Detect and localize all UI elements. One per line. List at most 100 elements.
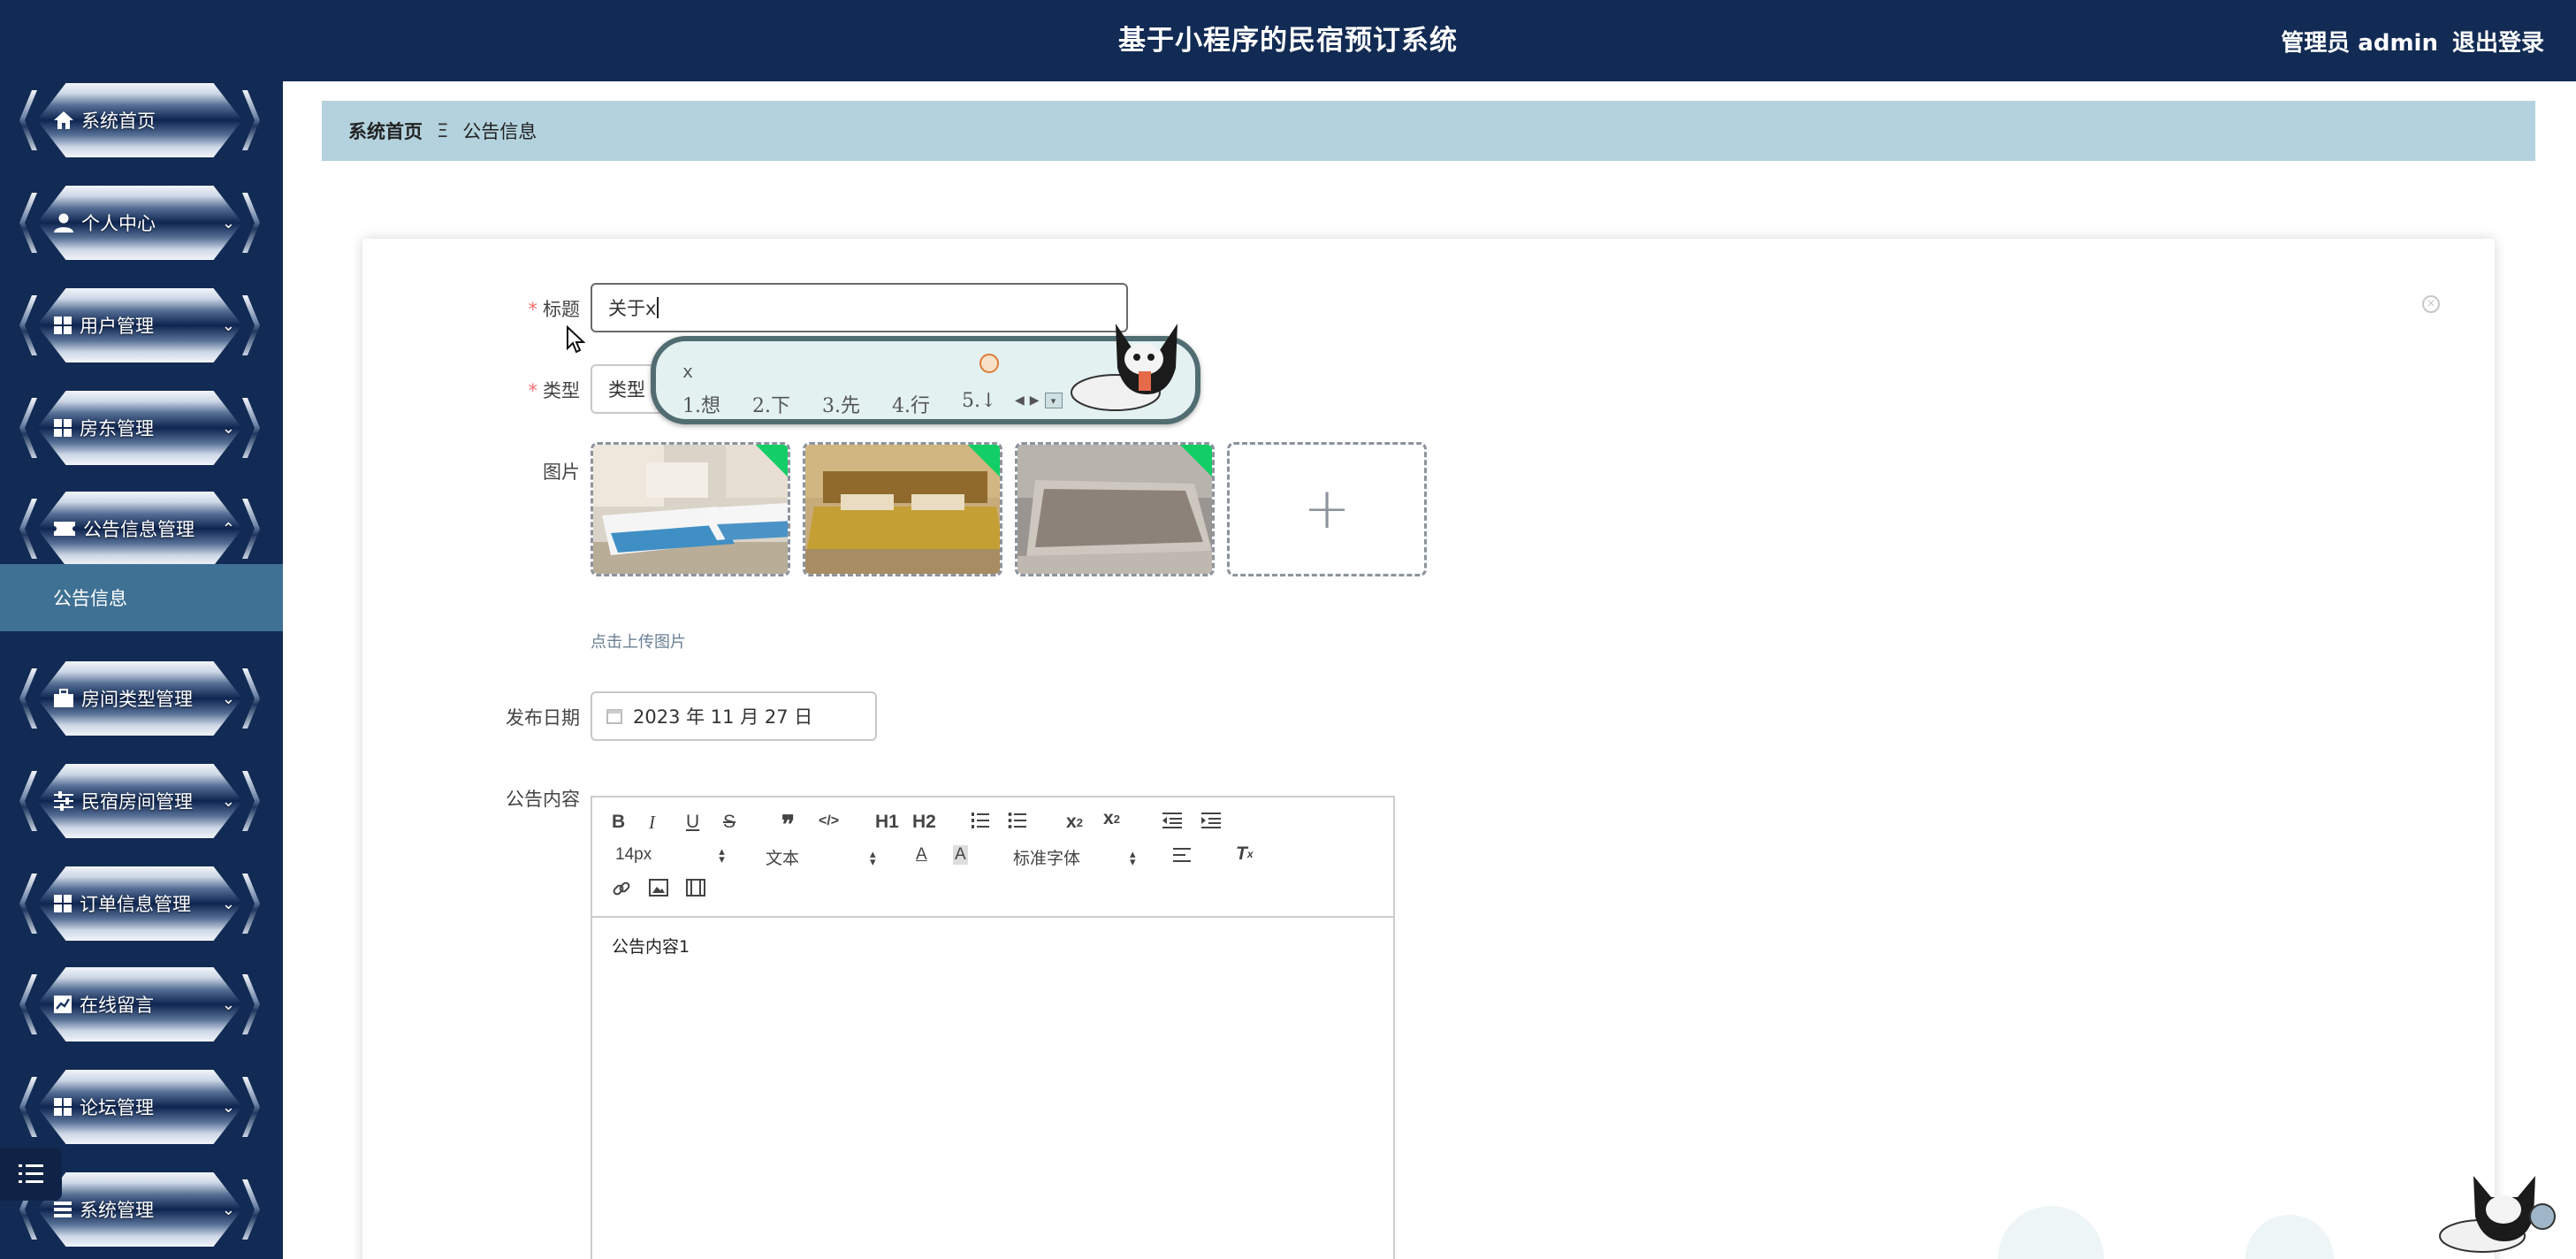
add-image-button[interactable]: + (1227, 442, 1427, 576)
select-arrows-icon: ▴ ▾ (719, 844, 725, 866)
chevron-down-icon: ⌄ (221, 418, 235, 438)
admin-label: 管理员 admin (2281, 29, 2438, 57)
ticket-icon (54, 522, 75, 536)
underline-button[interactable]: U (686, 812, 699, 833)
menu-wing-left (19, 668, 37, 729)
menu-content: 系统管理 ⌄ (53, 1172, 235, 1247)
bold-button[interactable]: B (612, 812, 625, 833)
sidebar-item-label: 系统首页 (81, 111, 156, 132)
outdent-button[interactable] (1162, 812, 1183, 829)
align-button[interactable] (1172, 847, 1192, 863)
quote-button[interactable]: ❞ (781, 810, 795, 839)
link-button[interactable] (612, 879, 631, 898)
sidebar-item-landlords[interactable]: 房东管理 ⌄ (19, 391, 260, 465)
sidebar-item-label: 公告信息管理 (83, 519, 194, 540)
chevron-up-icon: ⌃ (221, 519, 235, 538)
plus-icon: + (1303, 477, 1351, 542)
list-icon (54, 1202, 72, 1217)
image-button[interactable] (649, 879, 668, 897)
sidebar-item-label: 房间类型管理 (81, 689, 193, 710)
ordered-list-button[interactable] (971, 812, 990, 829)
sidebar-item-users[interactable]: 用户管理 ⌄ (19, 288, 260, 362)
sidebar-subitem-notice-info[interactable]: 公告信息 (0, 564, 283, 631)
font-size-select[interactable]: 14px ▴ ▾ (615, 845, 725, 865)
sidebar-item-label: 系统管理 (80, 1200, 154, 1221)
ime-candidate[interactable]: 5.↓ (962, 390, 996, 418)
background-color-button[interactable]: A (953, 845, 968, 865)
uploaded-image-3[interactable] (1015, 442, 1215, 576)
sidebar-item-home[interactable]: 系统首页 (19, 83, 260, 157)
subscript-button[interactable]: x2 (1066, 812, 1083, 833)
breadcrumb-home[interactable]: 系统首页 (348, 118, 423, 144)
sidebar-item-messages[interactable]: 在线留言 ⌄ (19, 967, 260, 1042)
ime-next-icon[interactable]: ▶ (1030, 393, 1040, 408)
top-header: 基于小程序的民宿预订系统 管理员 admin 退出登录 (0, 0, 2576, 81)
menu-content: 公告信息管理 ⌃ (53, 492, 235, 566)
h1-button[interactable]: H1 (875, 812, 899, 833)
title-input[interactable]: 关于x (591, 283, 1128, 332)
date-picker[interactable]: 2023 年 11 月 27 日 (591, 691, 877, 741)
h2-button[interactable]: H2 (912, 812, 936, 833)
ime-candidate[interactable]: 4.行 (892, 390, 930, 418)
sidebar-item-room-types[interactable]: 房间类型管理 ⌄ (19, 661, 260, 736)
type-select-value: 类型 (608, 379, 645, 401)
font-size-value: 14px (615, 845, 652, 864)
menu-wing-right (242, 193, 260, 253)
sidebar-item-label: 订单信息管理 (80, 894, 191, 915)
sidebar-item-orders[interactable]: 订单信息管理 ⌄ (19, 866, 260, 941)
sidebar-item-label: 在线留言 (80, 995, 154, 1016)
sidebar-item-notices[interactable]: 公告信息管理 ⌃ (19, 492, 260, 566)
menu-wing-right (242, 90, 260, 150)
ime-composition: x (682, 361, 694, 382)
menu-list-icon (19, 1164, 43, 1183)
menu-wing-right (242, 771, 260, 831)
sidebar-item-forum[interactable]: 论坛管理 ⌄ (19, 1070, 260, 1144)
superscript-button[interactable]: x2 (1103, 808, 1120, 829)
outdent-icon (1162, 813, 1182, 828)
code-button[interactable]: </> (819, 813, 839, 829)
font-color-button[interactable]: A (916, 845, 927, 865)
film-icon (686, 879, 705, 897)
close-icon[interactable]: × (2422, 295, 2440, 313)
menu-wing-left (19, 295, 37, 355)
cat-mascot-corner-icon (2439, 1176, 2556, 1253)
sidebar-item-profile[interactable]: 个人中心 ⌄ (19, 186, 260, 260)
ime-candidate[interactable]: 3.先 (822, 390, 860, 418)
header-user-area: 管理员 admin 退出登录 (2281, 0, 2544, 81)
ime-candidate[interactable]: 2.下 (752, 390, 790, 418)
menu-wing-right (242, 499, 260, 559)
upload-tip: 点击上传图片 (591, 633, 686, 652)
uploaded-image-1[interactable] (591, 442, 790, 576)
indent-button[interactable] (1200, 812, 1222, 829)
font-family-select[interactable]: 标准字体 ▴ ▾ (1013, 845, 1136, 869)
strike-button[interactable]: S (723, 812, 735, 833)
ime-prev-icon[interactable]: ◀ (1015, 393, 1025, 408)
header-select[interactable]: 文本 ▴ ▾ (766, 845, 876, 869)
chevron-down-icon: ⌄ (221, 689, 235, 708)
video-button[interactable] (686, 879, 705, 897)
image-label: 图片 (543, 462, 580, 483)
logout-link[interactable]: 退出登录 (2452, 25, 2544, 57)
menu-wing-right (242, 295, 260, 355)
sidebar-item-rooms[interactable]: 民宿房间管理 ⌄ (19, 764, 260, 838)
menu-toggle-button[interactable] (0, 1148, 62, 1201)
italic-button[interactable]: I (649, 812, 655, 834)
ime-candidate[interactable]: 1.想 (682, 390, 720, 418)
menu-wing-right (242, 1077, 260, 1137)
menu-content: 房间类型管理 ⌄ (53, 661, 235, 736)
menu-content: 民宿房间管理 ⌄ (53, 764, 235, 838)
uploaded-image-2[interactable] (803, 442, 1002, 576)
clear-format-button[interactable]: Tx (1236, 843, 1254, 865)
header-select-value: 文本 (766, 850, 800, 868)
image-icon (649, 879, 668, 897)
bullet-list-button[interactable] (1008, 812, 1027, 829)
text-caret (657, 297, 659, 318)
ime-expand-icon[interactable]: ▾ (1044, 393, 1063, 408)
editor-content[interactable]: 公告内容1 (592, 918, 1393, 973)
menu-wing-left (19, 974, 37, 1034)
required-mark: * (528, 380, 538, 401)
rich-text-editor: B I U S ❞ </> H1 H2 x2 x2 14px ▴ ▾ 文本 ▴ ▾ … (591, 796, 1395, 1259)
title-label: * 标题 (403, 295, 581, 322)
menu-content: 在线留言 ⌄ (53, 967, 235, 1042)
menu-wing-left (19, 499, 37, 559)
